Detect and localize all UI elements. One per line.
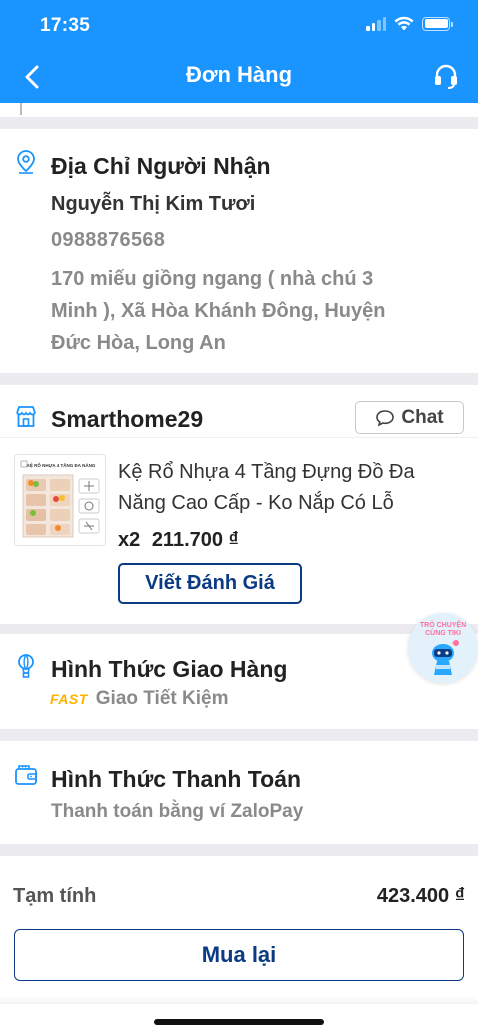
location-pin-icon (17, 150, 35, 174)
product-price: 211.700 ₫ (151, 529, 239, 551)
shop-name[interactable]: Smarthome29 (51, 406, 203, 433)
address-line: Minh ), Xã Hòa Khánh Đông, Huyện (51, 300, 386, 322)
subtotal-value: 423.400 ₫ (376, 885, 465, 907)
product-name-line: Năng Cao Cấp - Ko Nắp Có Lỗ (118, 492, 394, 514)
status-time: 17:35 (40, 15, 91, 36)
timeline-card-remnant (0, 103, 478, 117)
address-line: Đức Hòa, Long An (51, 332, 226, 354)
chat-label: Chat (401, 406, 444, 428)
chat-bubble-icon (376, 409, 395, 427)
battery-icon (422, 16, 453, 31)
shop-section: Smarthome29 Chat KỆ RỔ NHỰA 4 TẦNG ĐA NĂ… (0, 385, 478, 624)
subtotal-label: Tạm tính (13, 885, 97, 907)
address-line: 170 miếu giồng ngang ( nhà chú 3 (51, 268, 374, 290)
recipient-address: 170 miếu giồng ngang ( nhà chú 3 Minh ),… (51, 263, 451, 359)
product-quantity: x2 (118, 529, 141, 551)
chat-button[interactable]: Chat (355, 401, 464, 434)
fast-badge: FAST (50, 691, 88, 707)
robot-mascot-icon (432, 640, 459, 675)
product-image[interactable]: KỆ RỔ NHỰA 4 TẦNG ĐA NĂNG (14, 454, 106, 546)
payment-title: Hình Thức Thanh Toán (51, 766, 302, 792)
thumb-caption: KỆ RỔ NHỰA 4 TẦNG ĐA NĂNG (27, 461, 96, 468)
app-header: 17:35 Đơn Hàng (0, 0, 478, 103)
address-section: Địa Chỉ Người Nhận Nguyễn Thị Kim Tươi 0… (0, 129, 478, 373)
buy-again-button[interactable]: Mua lại (14, 929, 464, 981)
address-title: Địa Chỉ Người Nhận (51, 153, 271, 179)
status-bar: 17:35 (0, 0, 478, 50)
product-name-line: Kệ Rổ Nhựa 4 Tầng Đựng Đồ Đa (118, 461, 415, 483)
payment-method: Thanh toán bằng ví ZaloPay (51, 801, 304, 822)
balloon-icon (18, 654, 34, 678)
wallet-icon (15, 765, 37, 785)
store-icon (16, 406, 36, 427)
headset-icon[interactable] (432, 62, 460, 90)
tiki-chat-mascot[interactable]: TRÒ CHUYỆN CÙNG TIKI (408, 613, 478, 683)
timeline-line (20, 103, 22, 115)
order-summary-bar: Tạm tính 423.400 ₫ Mua lại (0, 856, 478, 1034)
divider (0, 437, 478, 438)
payment-section: Hình Thức Thanh Toán Thanh toán bằng ví … (0, 741, 478, 844)
recipient-name: Nguyễn Thị Kim Tươi (51, 193, 256, 215)
delivery-title: Hình Thức Giao Hàng (51, 656, 288, 682)
delivery-method: Giao Tiết Kiệm (95, 688, 229, 709)
product-name[interactable]: Kệ Rổ Nhựa 4 Tầng Đựng Đồ Đa Năng Cao Cấ… (118, 457, 463, 519)
wifi-icon (394, 16, 414, 31)
status-icons (366, 16, 453, 31)
bottom-fade (0, 996, 478, 1004)
delivery-method-row: FAST Giao Tiết Kiệm (50, 688, 228, 710)
recipient-phone: 0988876568 (51, 229, 166, 251)
product-qty-price: x2 211.700 ₫ (118, 529, 239, 552)
page-title: Đơn Hàng (185, 62, 293, 87)
write-review-button[interactable]: Viết Đánh Giá (118, 563, 302, 604)
nav-bar: Đơn Hàng (0, 52, 478, 100)
delivery-section: Hình Thức Giao Hàng FAST Giao Tiết Kiệm (0, 634, 478, 729)
product-shelf-image: KỆ RỔ NHỰA 4 TẦNG ĐA NĂNG (20, 460, 100, 538)
cellular-signal-icon (366, 16, 386, 31)
home-indicator[interactable] (154, 1019, 324, 1025)
